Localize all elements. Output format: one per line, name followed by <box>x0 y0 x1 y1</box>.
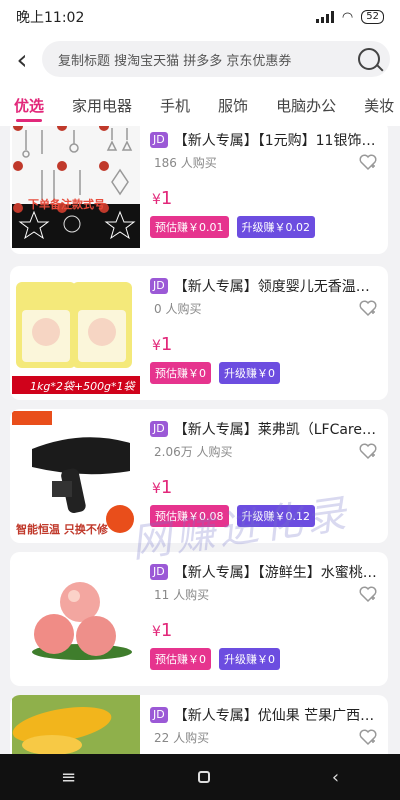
hair-dryer-image <box>12 409 140 537</box>
product-image: 1kg*2袋+500g*1袋 <box>12 266 140 394</box>
buyer-count: 0 人购买 <box>154 302 202 316</box>
product-card[interactable]: JD 【新人专属】优仙果 芒果广西… 22 人购买 <box>10 695 388 754</box>
tab-phones[interactable]: 手机 <box>146 84 204 126</box>
jd-badge: JD <box>150 421 168 437</box>
search-input[interactable]: 复制标题 搜淘宝天猫 拼多多 京东优惠券 <box>42 41 390 77</box>
signal-icon <box>315 11 334 23</box>
upgrade-earn-tag[interactable]: 升级赚￥0 <box>219 362 280 384</box>
thumb-caption: 1kg*2袋+500g*1袋 <box>30 380 135 393</box>
earrings-image <box>12 126 140 248</box>
product-card[interactable]: JD 【新人专属】【游鲜生】水蜜桃… 11 人购买 ¥1 预估赚￥0 升级赚￥0 <box>10 552 388 686</box>
wifi-icon: ◠ <box>341 9 354 25</box>
buyer-count: 22 人购买 <box>154 731 210 745</box>
thumb-caption: 下单备注款式号 <box>28 198 105 211</box>
buyer-count: 11 人购买 <box>154 588 210 602</box>
price: ¥1 <box>152 334 173 355</box>
status-icons: ◠ 52 <box>315 9 384 25</box>
product-image <box>12 552 140 680</box>
tab-clothing[interactable]: 服饰 <box>204 84 262 126</box>
price: ¥1 <box>152 477 173 498</box>
product-title: 【新人专属】【1元购】11银饰… <box>173 133 376 149</box>
peach-image <box>12 552 140 680</box>
product-card[interactable]: 下单备注款式号 JD 【新人专属】【1元购】11银饰… 186 人购买 ¥1 预… <box>10 126 388 254</box>
tab-computers[interactable]: 电脑办公 <box>262 84 350 126</box>
jd-badge: JD <box>150 132 168 148</box>
product-card[interactable]: 1kg*2袋+500g*1袋 JD 【新人专属】领度婴儿无香温… 0 人购买 ¥… <box>10 266 388 400</box>
system-back-button[interactable]: ‹ <box>332 767 339 788</box>
search-placeholder: 复制标题 搜淘宝天猫 拼多多 京东优惠券 <box>58 53 292 69</box>
favorite-share-icon[interactable] <box>358 584 378 604</box>
product-image <box>12 695 140 754</box>
tab-beauty[interactable]: 美妆 <box>350 84 400 126</box>
product-title: 【新人专属】领度婴儿无香温… <box>173 279 370 295</box>
product-title: 【新人专属】【游鲜生】水蜜桃… <box>173 565 377 581</box>
back-button[interactable]: ‹ <box>10 39 34 79</box>
product-image: 下单备注款式号 <box>12 126 140 248</box>
baby-wipes-image <box>12 266 140 394</box>
estimated-earn-tag: 预估赚￥0 <box>150 362 211 384</box>
product-title: 【新人专属】优仙果 芒果广西… <box>173 708 375 724</box>
favorite-share-icon[interactable] <box>358 298 378 318</box>
price: ¥1 <box>152 188 173 209</box>
favorite-share-icon[interactable] <box>358 441 378 461</box>
estimated-earn-tag: 预估赚￥0 <box>150 648 211 670</box>
status-bar: 晚上11:02 ◠ 52 <box>0 0 400 34</box>
favorite-share-icon[interactable] <box>358 152 378 172</box>
thumb-caption: 智能恒温 只换不修 <box>16 523 108 536</box>
upgrade-earn-tag[interactable]: 升级赚￥0 <box>219 648 280 670</box>
status-time: 晚上11:02 <box>16 10 85 26</box>
system-nav-bar: ≡ ‹ <box>0 754 400 800</box>
category-tabs: 优选 家用电器 手机 服饰 电脑办公 美妆 <box>0 84 400 126</box>
mango-image <box>12 695 140 754</box>
tab-youxuan[interactable]: 优选 <box>0 84 58 126</box>
menu-button[interactable]: ≡ <box>61 767 76 788</box>
tab-appliances[interactable]: 家用电器 <box>58 84 146 126</box>
favorite-share-icon[interactable] <box>358 727 378 747</box>
home-button[interactable] <box>197 771 210 783</box>
jd-badge: JD <box>150 707 168 723</box>
search-icon[interactable] <box>358 48 380 70</box>
top-bar: ‹ 复制标题 搜淘宝天猫 拼多多 京东优惠券 <box>0 34 400 84</box>
jd-badge: JD <box>150 278 168 294</box>
battery-icon: 52 <box>361 10 384 24</box>
product-list: 下单备注款式号 JD 【新人专属】【1元购】11银饰… 186 人购买 ¥1 预… <box>0 126 400 754</box>
estimated-earn-tag: 预估赚￥0.01 <box>150 216 229 238</box>
product-image: 智能恒温 只换不修 <box>12 409 140 537</box>
product-title: 【新人专属】莱弗凯（LFCare）… <box>173 422 378 438</box>
buyer-count: 2.06万 人购买 <box>154 445 233 459</box>
buyer-count: 186 人购买 <box>154 156 217 170</box>
price: ¥1 <box>152 620 173 641</box>
upgrade-earn-tag[interactable]: 升级赚￥0.02 <box>236 216 315 238</box>
